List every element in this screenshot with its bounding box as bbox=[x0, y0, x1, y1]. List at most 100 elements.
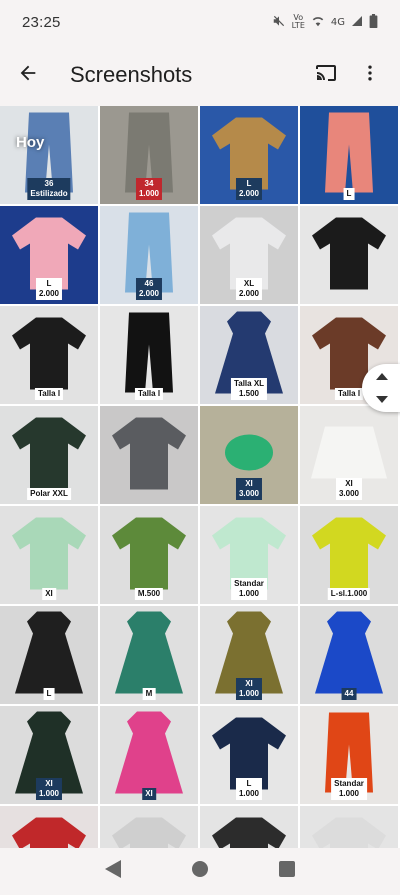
clothing-image bbox=[11, 610, 87, 701]
thumbnail-price-label: 36 Estilizado bbox=[27, 178, 71, 200]
thumbnail-price-label: Talla l bbox=[34, 388, 64, 400]
nav-home-button[interactable] bbox=[180, 852, 220, 892]
network-type: 4G bbox=[330, 16, 345, 28]
photo-thumbnail[interactable]: L 2.000 bbox=[0, 206, 98, 304]
clothing-image bbox=[111, 610, 187, 701]
photo-thumbnail[interactable] bbox=[300, 806, 398, 848]
photo-thumbnail[interactable]: M.500 bbox=[100, 506, 198, 604]
photo-thumbnail[interactable]: M bbox=[100, 606, 198, 704]
volte-label-bottom: LTE bbox=[291, 21, 305, 30]
thumbnail-price-label: L bbox=[343, 188, 355, 200]
photo-thumbnail[interactable]: XI bbox=[0, 506, 98, 604]
more-vert-icon bbox=[360, 63, 380, 88]
photo-thumbnail[interactable]: Talla XL 1.500 bbox=[200, 306, 298, 404]
photo-thumbnail[interactable]: 34 1.000 bbox=[100, 106, 198, 204]
wifi-icon bbox=[311, 14, 325, 31]
thumbnail-price-label: Standar 1.000 bbox=[331, 778, 367, 800]
clothing-image bbox=[308, 212, 390, 299]
photo-thumbnail[interactable]: XI bbox=[100, 706, 198, 804]
thumbnail-price-label: Polar XXL bbox=[27, 488, 71, 500]
photo-thumbnail[interactable]: Talla l bbox=[100, 306, 198, 404]
signal-icon bbox=[351, 15, 363, 30]
photo-thumbnail[interactable]: Standar 1.000 bbox=[300, 706, 398, 804]
clothing-image bbox=[308, 512, 390, 599]
chevron-down-icon bbox=[376, 390, 388, 408]
thumbnail-price-label: 34 1.000 bbox=[135, 178, 163, 200]
cast-icon bbox=[314, 61, 338, 90]
photo-thumbnail[interactable] bbox=[200, 806, 298, 848]
more-options-button[interactable] bbox=[348, 53, 392, 97]
photo-thumbnail[interactable]: XI 1.000 bbox=[200, 606, 298, 704]
thumbnail-price-label: XI 3.000 bbox=[235, 478, 263, 500]
nav-recents-button[interactable] bbox=[267, 852, 307, 892]
thumbnail-price-label: XI bbox=[142, 788, 156, 800]
thumbnail-price-label: XI 1.000 bbox=[35, 778, 63, 800]
thumbnail-price-label: Talla XL 1.500 bbox=[230, 378, 268, 400]
clothing-image bbox=[8, 412, 90, 499]
clothing-image bbox=[224, 433, 274, 478]
photo-thumbnail[interactable]: Talla l bbox=[0, 306, 98, 404]
photo-thumbnail[interactable]: L-sl.1.000 bbox=[300, 506, 398, 604]
photo-thumbnail[interactable] bbox=[100, 406, 198, 504]
thumbnail-price-label: Standar 1.000 bbox=[231, 578, 267, 600]
status-icons: Vo LTE 4G bbox=[272, 13, 378, 31]
clothing-image bbox=[108, 412, 190, 499]
recents-square-icon bbox=[278, 861, 295, 882]
app-bar-actions bbox=[304, 53, 392, 97]
thumbnail-price-label: 44 bbox=[341, 688, 357, 700]
photo-thumbnail[interactable] bbox=[300, 206, 398, 304]
cast-button[interactable] bbox=[304, 53, 348, 97]
photo-thumbnail[interactable]: 36 Estilizado bbox=[0, 106, 98, 204]
page-title: Screenshots bbox=[70, 62, 193, 87]
thumbnail-price-label: XI 3.000 bbox=[335, 478, 363, 500]
clothing-image bbox=[119, 311, 179, 400]
volte-icon: Vo LTE bbox=[292, 14, 305, 30]
photo-thumbnail[interactable]: XI 3.000 bbox=[200, 406, 298, 504]
photo-thumbnail[interactable]: L bbox=[300, 106, 398, 204]
thumbnail-price-label: XL 2.000 bbox=[235, 278, 263, 300]
thumbnail-price-label: M.500 bbox=[134, 588, 164, 600]
thumbnail-price-label: M bbox=[142, 688, 156, 700]
photo-thumbnail[interactable]: XI 3.000 bbox=[300, 406, 398, 504]
status-bar: 23:25 Vo LTE 4G bbox=[0, 0, 400, 44]
nav-back-button[interactable] bbox=[93, 852, 133, 892]
arrow-back-icon bbox=[17, 62, 39, 89]
photo-thumbnail[interactable]: Polar XXL bbox=[0, 406, 98, 504]
clothing-image bbox=[8, 812, 90, 848]
photo-thumbnail[interactable]: 46 2.000 bbox=[100, 206, 198, 304]
photo-thumbnail[interactable]: XL 2.000 bbox=[200, 206, 298, 304]
clothing-image bbox=[311, 610, 387, 701]
thumbnail-price-label: L 1.000 bbox=[235, 778, 263, 800]
thumbnail-price-label: Talla l bbox=[134, 388, 164, 400]
back-button[interactable] bbox=[0, 47, 56, 103]
thumbnail-price-label: L 2.000 bbox=[35, 278, 63, 300]
thumbnail-price-label: 46 2.000 bbox=[135, 278, 163, 300]
app-bar: Screenshots bbox=[0, 44, 400, 106]
photo-thumbnail[interactable]: 44 bbox=[300, 606, 398, 704]
thumbnail-price-label: XI 1.000 bbox=[235, 678, 263, 700]
photo-thumbnail[interactable]: L 1.000 bbox=[200, 706, 298, 804]
chevron-up-icon bbox=[376, 368, 388, 386]
mute-icon bbox=[272, 14, 286, 31]
photo-grid[interactable]: Hoy 383636Estilizado341.000L2.000LL2.000… bbox=[0, 106, 400, 848]
system-nav-bar bbox=[0, 848, 400, 895]
thumbnail-price-label: XI bbox=[42, 588, 56, 600]
clothing-image bbox=[108, 812, 190, 848]
photo-thumbnail[interactable] bbox=[0, 806, 98, 848]
home-circle-icon bbox=[191, 860, 209, 883]
photo-thumbnail[interactable]: XI 1.000 bbox=[0, 706, 98, 804]
thumbnail-price-label: L bbox=[43, 688, 55, 700]
clothing-image bbox=[111, 710, 187, 801]
photo-grid-inner: 383636Estilizado341.000L2.000LL2.000462.… bbox=[0, 106, 400, 848]
back-triangle-icon bbox=[105, 860, 122, 883]
date-section-label: Hoy bbox=[16, 134, 45, 151]
photo-thumbnail[interactable]: Standar 1.000 bbox=[200, 506, 298, 604]
thumbnail-price-label: Talla l bbox=[334, 388, 364, 400]
photo-thumbnail[interactable] bbox=[100, 806, 198, 848]
photo-thumbnail[interactable]: L 2.000 bbox=[200, 106, 298, 204]
clothing-image bbox=[8, 312, 90, 399]
clothing-image bbox=[308, 812, 390, 848]
clothing-image bbox=[8, 512, 90, 599]
thumbnail-price-label: L-sl.1.000 bbox=[327, 588, 371, 600]
photo-thumbnail[interactable]: L bbox=[0, 606, 98, 704]
